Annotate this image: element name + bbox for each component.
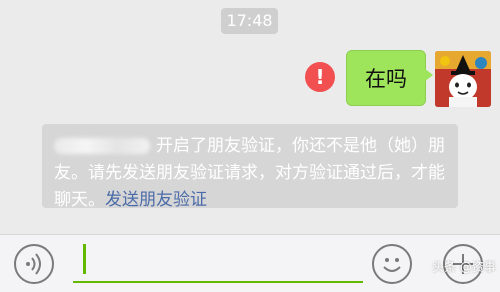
emoji-icon: [383, 258, 401, 272]
voice-icon: [26, 253, 41, 275]
outgoing-message-bubble[interactable]: 在吗: [346, 50, 426, 106]
avatar[interactable]: [435, 51, 491, 107]
voice-button[interactable]: [14, 244, 54, 284]
outgoing-message-row: ! 在吗: [0, 47, 500, 117]
friend-verification-notice: 开启了朋友验证，你还不是他（她）朋友。请先发送朋友验证请求，对方验证通过后，才能…: [42, 124, 458, 210]
message-input[interactable]: [73, 253, 363, 283]
cartoon-avatar-icon: [435, 51, 491, 107]
timestamp: 17:48: [221, 8, 278, 34]
blurred-contact-name: [54, 138, 150, 154]
watermark: 头条 @资事: [432, 260, 496, 274]
error-icon[interactable]: !: [305, 62, 335, 92]
input-bar: [0, 234, 500, 292]
emoji-button[interactable]: [372, 244, 412, 284]
text-caret: [83, 244, 86, 274]
send-verification-link[interactable]: 发送朋友验证: [105, 190, 207, 210]
bubble-tail: [424, 68, 433, 82]
